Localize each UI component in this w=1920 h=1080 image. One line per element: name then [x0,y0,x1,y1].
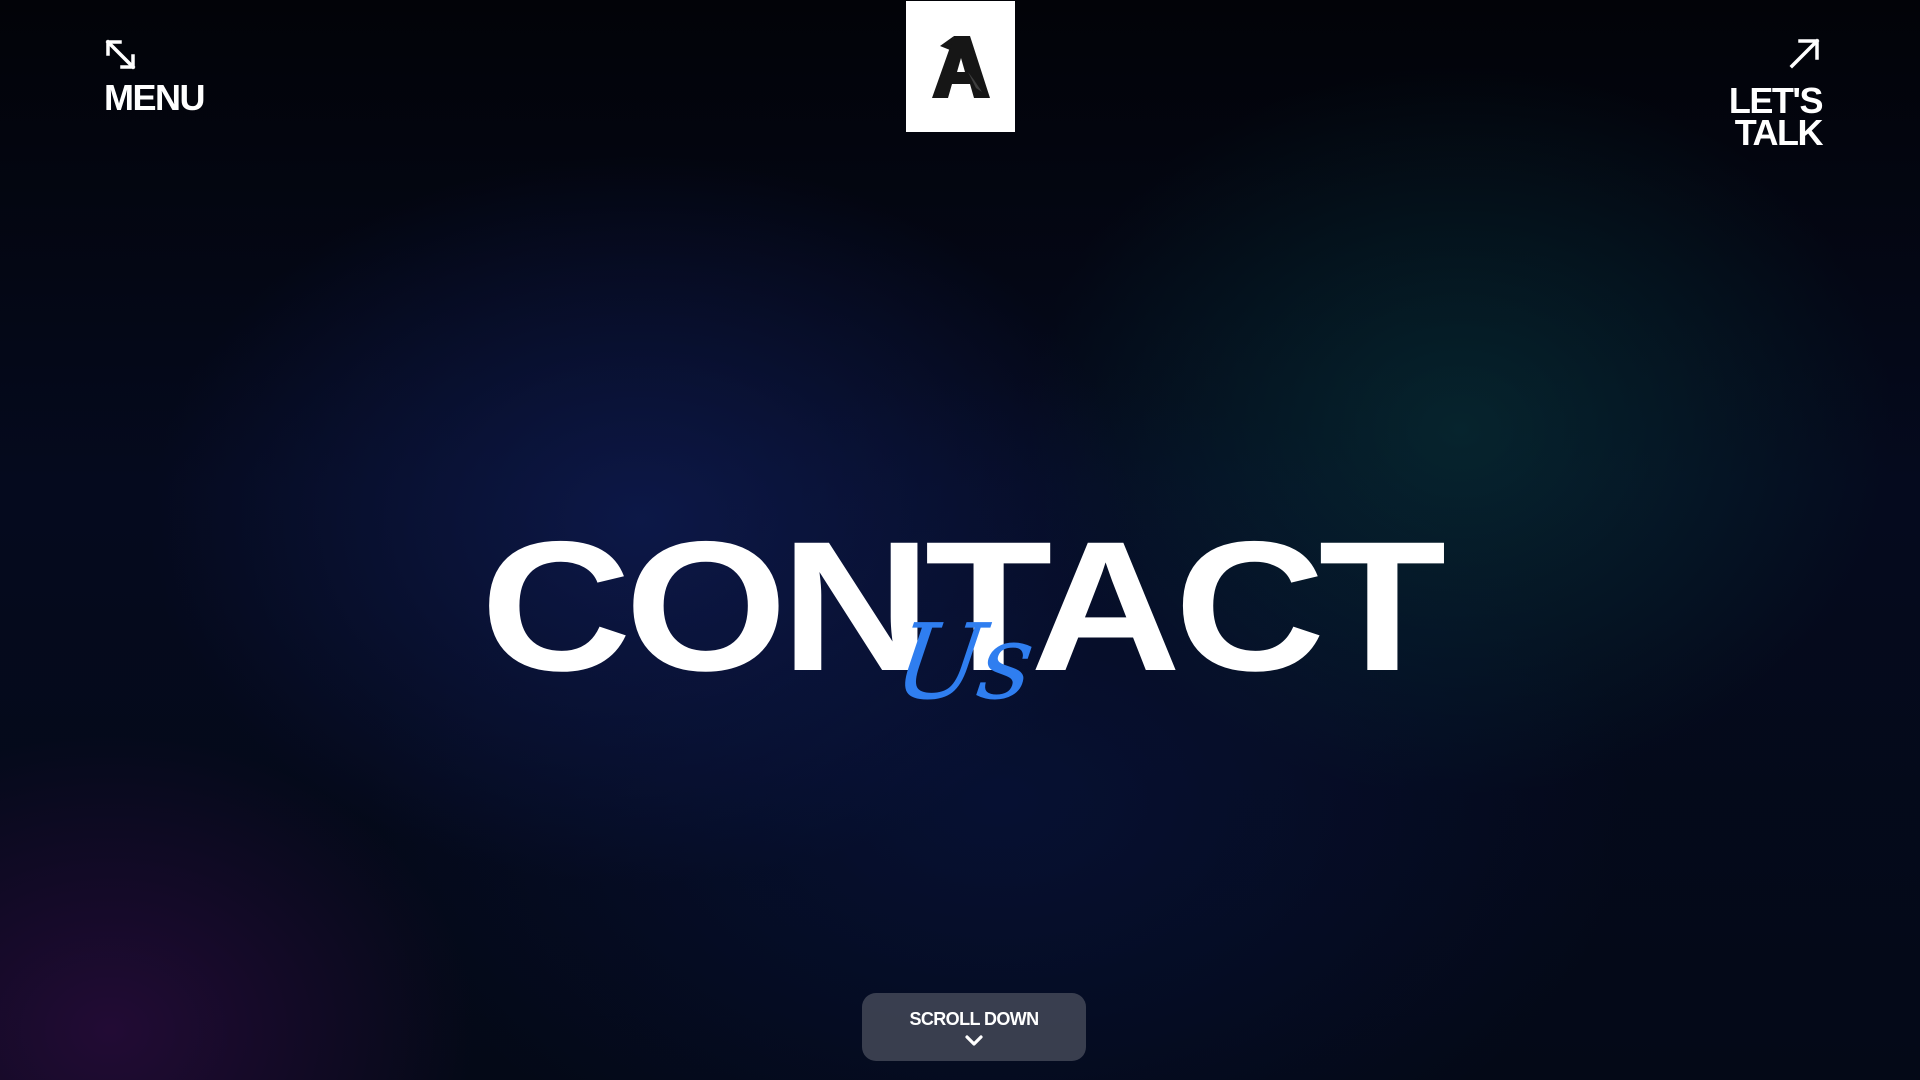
lets-talk-label: LET'S TALK [1729,83,1824,153]
arrow-up-right-icon [1788,38,1822,74]
brand-logo[interactable] [906,1,1015,132]
menu-label: MENU [104,77,206,118]
hero-heading: CONTACT Us [0,515,1920,735]
logo-a-icon [931,35,990,98]
chevron-down-icon [964,1034,984,1048]
menu-button[interactable]: MENU [104,38,206,118]
lets-talk-link[interactable]: LET'S TALK [1729,36,1824,153]
contact-page: MENU LET'S TALK CONTACT Us SCROLL DOWN [0,0,1920,1080]
hero-script-accent: Us [887,601,1038,723]
scroll-down-label: SCROLL DOWN [909,1009,1039,1029]
lets-talk-line-2: TALK [1734,112,1824,153]
scroll-down-button[interactable]: SCROLL DOWN [862,993,1086,1061]
expand-arrows-icon [104,38,204,72]
